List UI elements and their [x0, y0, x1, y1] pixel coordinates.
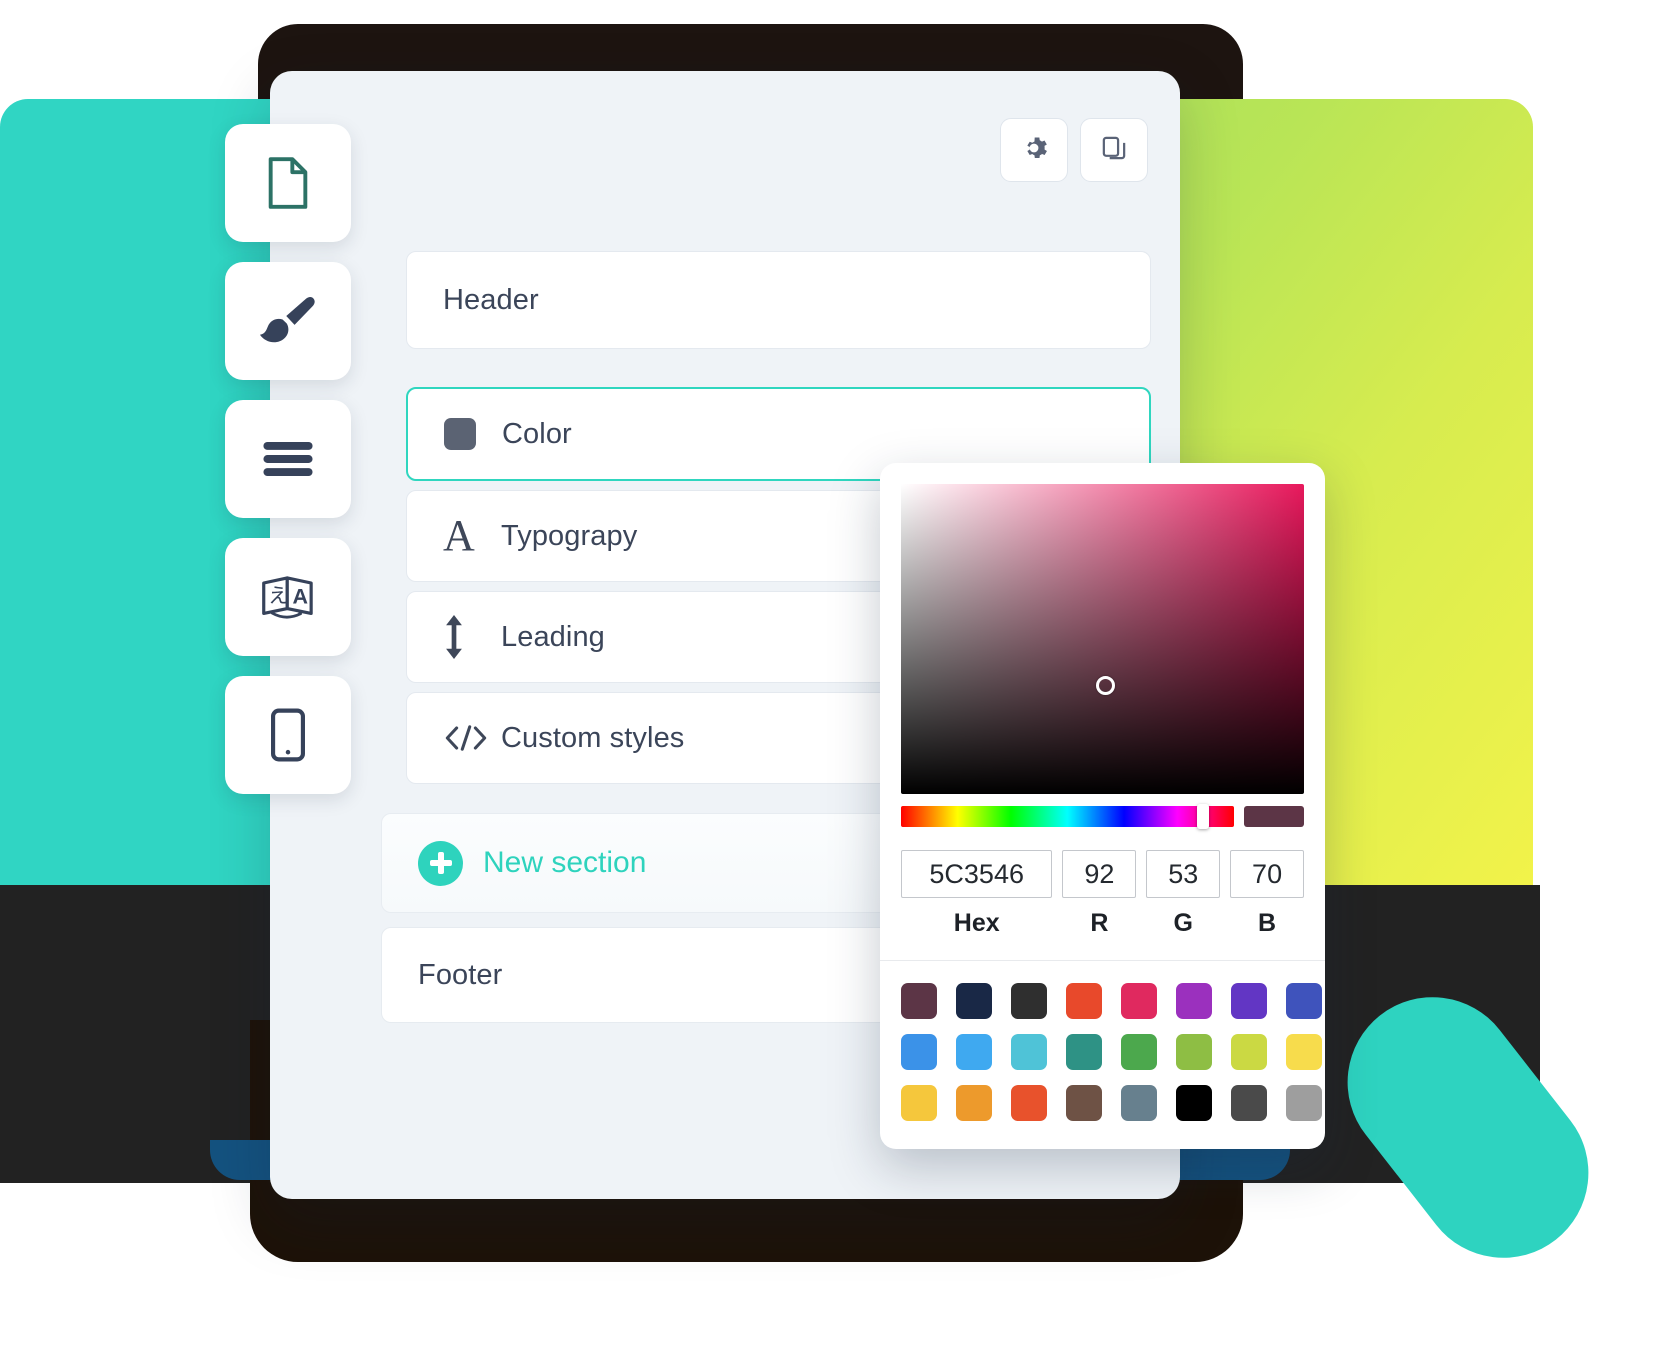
- footer-label: Footer: [418, 958, 503, 991]
- color-picker-popover: 5C3546 Hex 92 R 53 G 70 B: [880, 463, 1325, 1149]
- green-label: G: [1173, 909, 1193, 937]
- hue-slider-thumb[interactable]: [1197, 804, 1210, 829]
- translate-icon: え A: [260, 572, 316, 622]
- code-brackets-icon: [443, 723, 495, 753]
- section-row-label: Color: [502, 417, 572, 450]
- red-input[interactable]: 92: [1062, 850, 1137, 898]
- section-row-label: Leading: [501, 620, 605, 653]
- preset-swatch[interactable]: [956, 1034, 992, 1070]
- red-field-group: 92 R: [1062, 850, 1137, 938]
- plus-icon: [418, 840, 463, 886]
- sidebar-item-design[interactable]: [225, 262, 351, 380]
- preset-swatch[interactable]: [1066, 1034, 1102, 1070]
- saturation-value-area[interactable]: [901, 484, 1304, 794]
- hex-label: Hex: [953, 909, 1000, 937]
- preset-swatch[interactable]: [1066, 983, 1102, 1019]
- header-label: Header: [443, 283, 539, 316]
- left-rail: え A: [225, 124, 355, 794]
- sidebar-item-mobile-preview[interactable]: [225, 676, 351, 794]
- preset-swatch[interactable]: [1286, 1085, 1322, 1121]
- copy-icon: [1100, 134, 1128, 167]
- paint-brush-icon: [259, 295, 317, 347]
- preset-swatch[interactable]: [1286, 983, 1322, 1019]
- sidebar-item-pages[interactable]: [225, 124, 351, 242]
- letter-a-icon: A: [443, 511, 475, 560]
- sidebar-item-content[interactable]: [225, 400, 351, 518]
- color-preview-swatch: [1244, 806, 1304, 827]
- sidebar-item-translate[interactable]: え A: [225, 538, 351, 656]
- preset-swatch[interactable]: [956, 1085, 992, 1121]
- section-row-header[interactable]: Header: [406, 251, 1151, 349]
- color-fields-row: 5C3546 Hex 92 R 53 G 70 B: [901, 850, 1304, 938]
- preset-swatch[interactable]: [1176, 1085, 1212, 1121]
- svg-text:A: A: [292, 585, 308, 609]
- document-icon: [262, 154, 314, 212]
- preset-swatch[interactable]: [1121, 1034, 1157, 1070]
- preset-swatch[interactable]: [1121, 983, 1157, 1019]
- mobile-device-icon: [271, 708, 305, 762]
- top-actions-group: [1000, 118, 1148, 182]
- preset-swatch[interactable]: [1231, 1085, 1267, 1121]
- gear-icon: [1020, 134, 1048, 167]
- hex-field-group: 5C3546 Hex: [901, 850, 1053, 938]
- preset-swatch[interactable]: [901, 983, 937, 1019]
- blue-label: B: [1258, 909, 1277, 937]
- preset-swatch[interactable]: [1286, 1034, 1322, 1070]
- color-square-icon: [444, 418, 496, 450]
- preset-swatch[interactable]: [1176, 1034, 1212, 1070]
- preset-swatch[interactable]: [1011, 983, 1047, 1019]
- preset-swatch[interactable]: [901, 1034, 937, 1070]
- hue-slider-row: [901, 804, 1304, 829]
- preset-swatch[interactable]: [901, 1085, 937, 1121]
- section-row-label: Custom styles: [501, 721, 685, 754]
- green-field-group: 53 G: [1146, 850, 1221, 938]
- new-section-label: New section: [483, 846, 647, 879]
- preset-swatch[interactable]: [1011, 1085, 1047, 1121]
- sv-cursor-handle[interactable]: [1096, 675, 1115, 695]
- preset-swatch[interactable]: [1011, 1034, 1047, 1070]
- vertical-arrow-icon: [443, 615, 495, 659]
- section-row-label: Typograpy: [501, 519, 638, 552]
- settings-button[interactable]: [1000, 118, 1068, 182]
- preset-swatch[interactable]: [1121, 1085, 1157, 1121]
- hue-slider[interactable]: [901, 804, 1234, 829]
- blue-field-group: 70 B: [1230, 850, 1304, 938]
- blue-input[interactable]: 70: [1230, 850, 1304, 898]
- red-label: R: [1090, 909, 1109, 937]
- green-input[interactable]: 53: [1146, 850, 1221, 898]
- hex-input[interactable]: 5C3546: [901, 850, 1053, 898]
- preset-swatch[interactable]: [1231, 1034, 1267, 1070]
- svg-text:え: え: [268, 585, 289, 608]
- preset-swatch-grid: [880, 961, 1325, 1149]
- duplicate-button[interactable]: [1080, 118, 1148, 182]
- preset-swatch[interactable]: [956, 983, 992, 1019]
- preset-swatch[interactable]: [1176, 983, 1212, 1019]
- preset-swatch[interactable]: [1066, 1085, 1102, 1121]
- list-menu-icon: [263, 442, 313, 476]
- preset-swatch[interactable]: [1231, 983, 1267, 1019]
